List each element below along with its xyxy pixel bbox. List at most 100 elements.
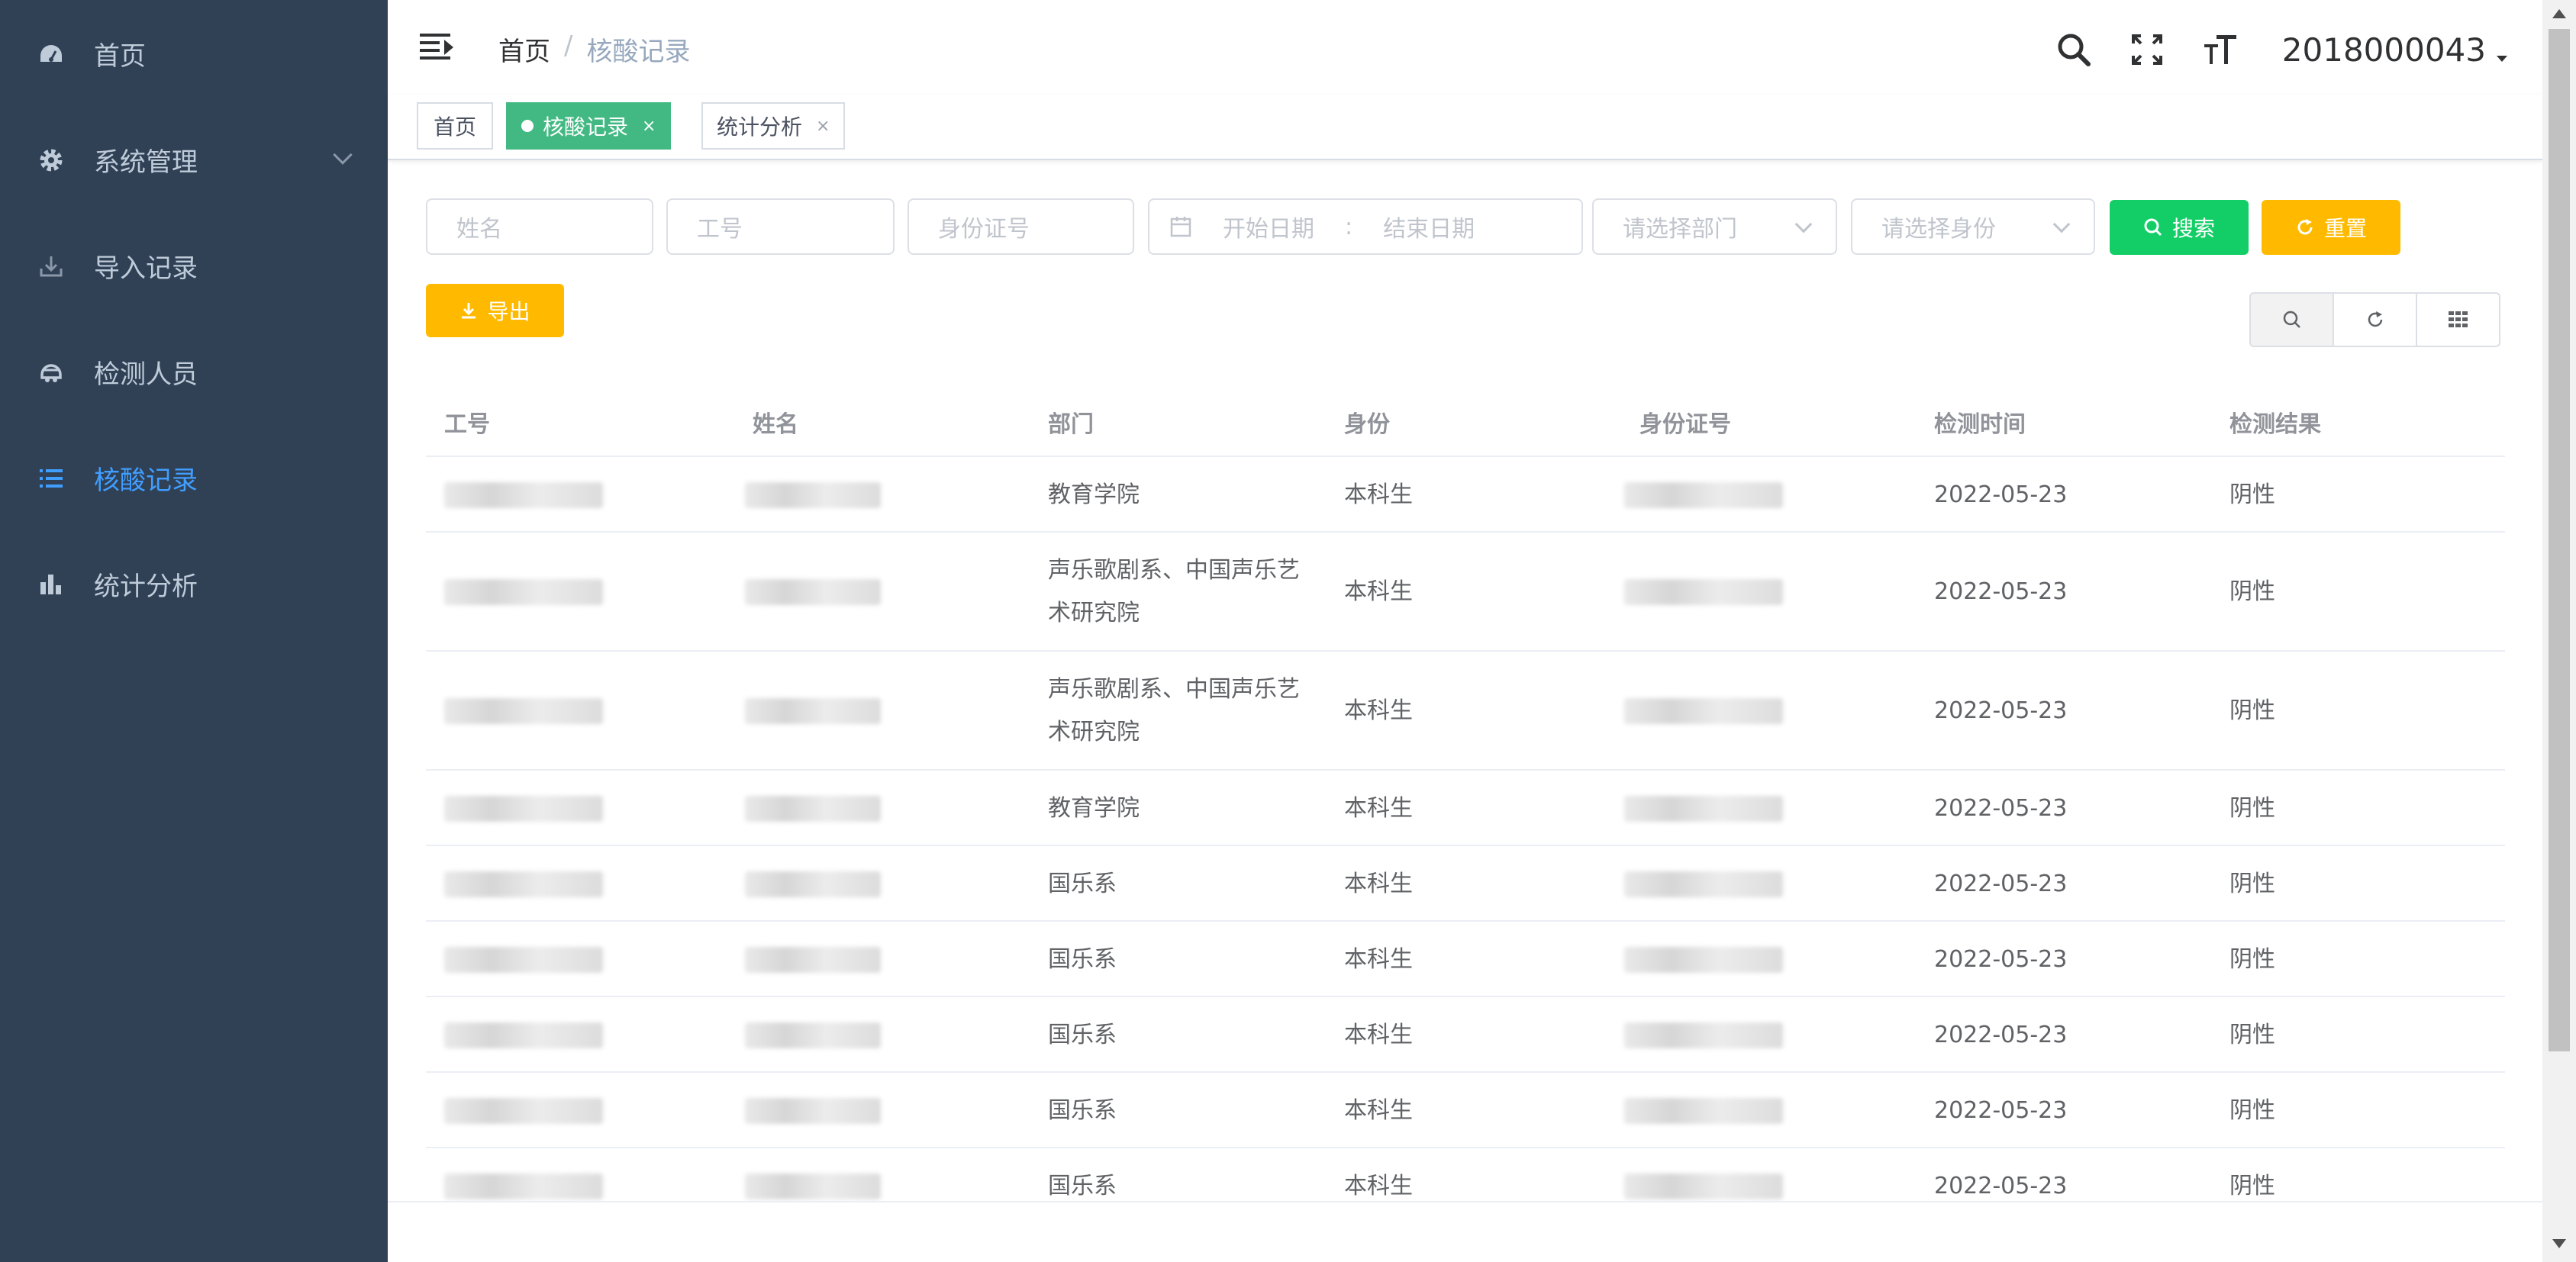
department-placeholder: 请选择部门 (1623, 216, 1737, 243)
reset-button[interactable]: 重置 (2262, 200, 2400, 255)
sidebar-item-home[interactable]: 首页 (0, 1, 388, 107)
sidebar-item-import[interactable]: 导入记录 (0, 213, 388, 319)
start-date-placeholder: 开始日期 (1223, 216, 1314, 243)
search-icon[interactable] (2055, 31, 2093, 69)
col-department[interactable]: 部门 (1048, 405, 1094, 439)
close-icon[interactable]: × (642, 117, 656, 136)
name-input[interactable]: 姓名 (426, 198, 653, 255)
refresh-icon (2297, 219, 2313, 235)
active-dot-icon (521, 120, 534, 132)
export-button[interactable]: 导出 (426, 284, 564, 337)
table-footer-area (388, 1201, 2542, 1262)
search-icon (2144, 218, 2162, 237)
department-select[interactable]: 请选择部门 (1592, 198, 1837, 255)
tag-home[interactable]: 首页 (417, 102, 493, 150)
cell-identity: 本科生 (1344, 481, 1413, 508)
cell-test-time: 2022-05-23 (1934, 870, 2068, 897)
identity-placeholder: 请选择身份 (1881, 216, 1996, 243)
sidebar-item-label: 统计分析 (94, 571, 198, 602)
id-no-placeholder: 身份证号 (938, 216, 1030, 243)
name-redacted (745, 871, 881, 897)
identity-select[interactable]: 请选择身份 (1851, 198, 2095, 255)
gear-icon (37, 146, 66, 175)
staff-no-redacted (444, 579, 603, 605)
tag-statistics[interactable]: 统计分析 × (701, 102, 846, 150)
columns-button[interactable] (2416, 292, 2500, 347)
caret-down-icon[interactable] (2497, 56, 2507, 62)
cell-test-result: 阴性 (2229, 870, 2275, 897)
cell-test-time: 2022-05-23 (1934, 578, 2068, 605)
sidebar-item-system[interactable]: 系统管理 (0, 107, 388, 213)
calendar-icon (1169, 215, 1192, 238)
navbar: 首页 / 核酸记录 2018000043 (388, 0, 2542, 95)
name-redacted (745, 1173, 881, 1199)
cell-test-time: 2022-05-23 (1934, 481, 2068, 508)
export-button-label: 导出 (487, 299, 530, 324)
scrollbar-thumb[interactable] (2549, 29, 2570, 1051)
sidebar-item-testers[interactable]: 检测人员 (0, 319, 388, 425)
sidebar-item-label: 导入记录 (94, 253, 198, 284)
cell-department: 国乐系 (1048, 1021, 1117, 1048)
hamburger-icon[interactable] (420, 34, 453, 61)
font-size-icon[interactable] (2201, 31, 2239, 69)
search-button[interactable]: 搜索 (2110, 200, 2249, 255)
dashboard-icon (37, 40, 66, 69)
fullscreen-icon[interactable] (2128, 31, 2166, 69)
table-row[interactable]: 教育学院 本科生 2022-05-23 阴性 (426, 457, 2505, 533)
staff-no-redacted (444, 1022, 603, 1048)
cell-test-result: 阴性 (2229, 945, 2275, 973)
cell-test-time: 2022-05-23 (1934, 794, 2068, 822)
name-placeholder: 姓名 (456, 216, 502, 243)
download-icon (37, 252, 66, 281)
col-id-no[interactable]: 身份证号 (1639, 405, 1731, 439)
table-row[interactable]: 国乐系 本科生 2022-05-23 阴性 (426, 997, 2505, 1073)
date-separator: : (1345, 213, 1353, 240)
search-button-label: 搜索 (2171, 216, 2215, 241)
table-body: 教育学院 本科生 2022-05-23 阴性 声乐歌剧系、中国声乐艺术研究院 本科生 202… (426, 457, 2505, 1224)
breadcrumb-current: 核酸记录 (586, 37, 691, 67)
cell-identity: 本科生 (1344, 1096, 1413, 1124)
toggle-search-button[interactable] (2249, 292, 2334, 347)
cell-test-result: 阴性 (2229, 794, 2275, 822)
close-icon[interactable]: × (816, 117, 830, 136)
col-identity[interactable]: 身份 (1344, 405, 1390, 439)
table-row[interactable]: 声乐歌剧系、中国声乐艺术研究院 本科生 2022-05-23 阴性 (426, 652, 2505, 771)
col-staff-no[interactable]: 工号 (444, 405, 490, 439)
staff-no-redacted (444, 795, 603, 822)
table-header: 工号 姓名 部门 身份 身份证号 检测时间 检测结果 (426, 385, 2505, 457)
scroll-up-arrow-icon[interactable] (2552, 9, 2566, 18)
sidebar-item-nucleic-records[interactable]: 核酸记录 (0, 425, 388, 531)
tag-nucleic-records[interactable]: 核酸记录 × (506, 102, 672, 150)
cell-department: 教育学院 (1048, 794, 1140, 822)
vertical-scrollbar[interactable] (2542, 0, 2576, 1262)
scroll-down-arrow-icon[interactable] (2552, 1239, 2566, 1248)
name-redacted (745, 698, 881, 724)
staff-no-redacted (444, 871, 603, 897)
cell-department: 国乐系 (1048, 1096, 1117, 1124)
cell-identity: 本科生 (1344, 578, 1413, 605)
refresh-button[interactable] (2333, 292, 2417, 347)
reset-button-label: 重置 (2323, 216, 2367, 241)
tag-label: 统计分析 (717, 114, 803, 140)
date-range-picker[interactable]: 开始日期 : 结束日期 (1148, 198, 1583, 255)
breadcrumb-home[interactable]: 首页 (498, 31, 550, 68)
cell-department: 国乐系 (1048, 870, 1117, 897)
table-row[interactable]: 教育学院 本科生 2022-05-23 阴性 (426, 771, 2505, 846)
sidebar-item-statistics[interactable]: 统计分析 (0, 531, 388, 637)
table-row[interactable]: 国乐系 本科生 2022-05-23 阴性 (426, 922, 2505, 997)
col-name[interactable]: 姓名 (753, 405, 798, 439)
table-row[interactable]: 声乐歌剧系、中国声乐艺术研究院 本科生 2022-05-23 阴性 (426, 533, 2505, 652)
cell-test-time: 2022-05-23 (1934, 945, 2068, 973)
table-row[interactable]: 国乐系 本科生 2022-05-23 阴性 (426, 846, 2505, 922)
user-id[interactable]: 2018000043 (2282, 31, 2486, 69)
breadcrumb: 首页 / 核酸记录 (498, 31, 690, 68)
table-row[interactable]: 国乐系 本科生 2022-05-23 阴性 (426, 1073, 2505, 1148)
id-no-input[interactable]: 身份证号 (908, 198, 1134, 255)
id-no-redacted (1624, 579, 1783, 605)
id-no-redacted (1624, 1097, 1783, 1124)
staff-no-input[interactable]: 工号 (666, 198, 895, 255)
col-test-time[interactable]: 检测时间 (1934, 405, 2026, 439)
list-icon (37, 464, 66, 493)
col-test-result[interactable]: 检测结果 (2229, 405, 2321, 439)
grid-icon (2448, 311, 2468, 327)
